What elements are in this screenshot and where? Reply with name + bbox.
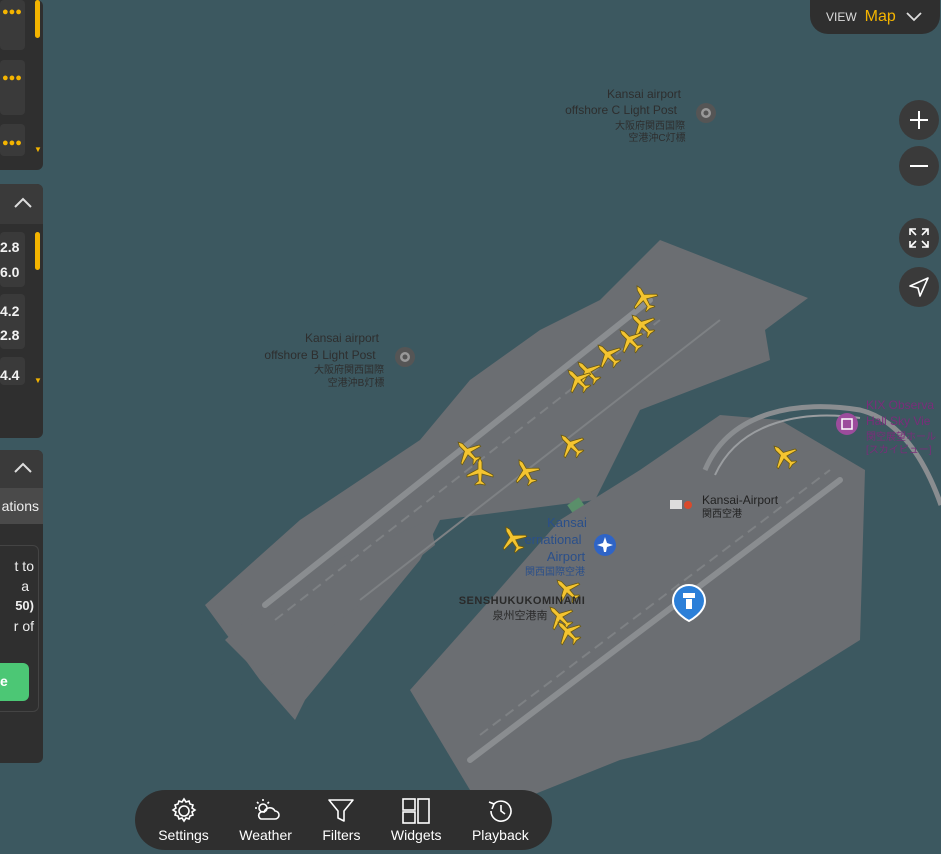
flight-card[interactable] <box>0 60 25 115</box>
poi-b-light-icon[interactable] <box>395 347 415 367</box>
message-line: 50) <box>15 598 34 613</box>
airport-label-1: Kansai <box>547 515 587 530</box>
widgets-button[interactable]: Widgets <box>391 797 442 843</box>
action-button-label: e <box>0 673 8 689</box>
poi-c-light-icon[interactable] <box>696 103 716 123</box>
view-prefix: VIEW <box>826 10 857 24</box>
bottom-toolbar: Settings Weather Filters Widgets Playbac… <box>135 790 552 850</box>
kix-obs-label-1: KIX Observa <box>866 398 934 412</box>
left-panel-bottom: ations t to a 50) r of e <box>0 450 43 763</box>
scrollbar-thumb[interactable] <box>35 232 40 270</box>
locate-button[interactable] <box>899 267 939 307</box>
minus-icon <box>910 165 928 167</box>
navigation-arrow-icon <box>909 277 929 297</box>
filters-label: Filters <box>322 827 361 843</box>
stat-value: 4.2 <box>0 303 20 319</box>
c-light-label-4: 空港沖C灯標 <box>628 131 685 144</box>
action-button[interactable]: e <box>0 663 29 701</box>
tab-label: ations <box>1 498 39 514</box>
airport-label-2: ernational <box>524 532 581 547</box>
district-label-1: SENSHUKUKOMINAMI <box>459 595 586 607</box>
gear-icon <box>171 797 196 823</box>
view-selector[interactable]: VIEW Map <box>810 0 940 34</box>
widgets-icon <box>402 798 431 824</box>
left-panel-top: ●●● ●●● ●●● ▼ <box>0 0 43 170</box>
filter-icon <box>328 799 355 822</box>
weather-button[interactable]: Weather <box>239 797 292 843</box>
kix-obs-label-4: [スカイビュー] <box>866 444 932 456</box>
stat-value: 4.4 <box>0 367 20 383</box>
settings-button[interactable]: Settings <box>158 797 209 843</box>
kix-obs-label-2: Hall Sky Vie <box>866 414 931 428</box>
scroll-down-arrow[interactable]: ▼ <box>34 376 42 385</box>
airport-label-4: 関西国際空港 <box>525 565 585 578</box>
settings-label: Settings <box>158 827 209 843</box>
collapse-chevron-icon[interactable] <box>13 196 33 210</box>
left-panel-middle: 2.8 6.0 4.2 2.8 4.4 ▼ <box>0 184 43 438</box>
b-light-label-2: offshore B Light Post <box>264 348 376 362</box>
playback-label: Playback <box>471 827 529 843</box>
scroll-down-arrow[interactable]: ▼ <box>34 145 42 154</box>
filters-button[interactable]: Filters <box>322 797 360 843</box>
district-label-2: 泉州空港南 <box>493 608 548 622</box>
message-card: t to a 50) r of e <box>0 545 39 712</box>
station-icon <box>670 500 692 509</box>
kix-obs-label-3: 関空展望ホール <box>866 430 936 443</box>
station-label-1: Kansai-Airport <box>702 493 779 507</box>
fullscreen-button[interactable] <box>899 218 939 258</box>
weather-icon <box>254 799 280 820</box>
group-icon: ●●● <box>2 72 22 84</box>
group-icon: ●●● <box>2 137 22 149</box>
b-light-label-1: Kansai airport <box>305 331 380 345</box>
zoom-in-button[interactable] <box>899 100 939 140</box>
c-light-label-3: 大阪府関西国際 <box>615 119 685 132</box>
b-light-label-4: 空港沖B灯標 <box>328 376 385 389</box>
stat-value: 2.8 <box>0 327 20 343</box>
playback-button[interactable]: Playback <box>472 797 529 843</box>
history-icon <box>489 800 513 822</box>
station-label-2: 関西空港 <box>702 507 742 520</box>
airport-marker-icon[interactable] <box>594 534 616 556</box>
chevron-down-icon <box>906 12 922 22</box>
widgets-label: Widgets <box>390 827 442 843</box>
map-canvas[interactable]: Kansai airport offshore C Light Post 大阪府… <box>0 0 941 854</box>
stat-value: 2.8 <box>0 239 20 255</box>
group-icon: ●●● <box>2 6 22 18</box>
airport-label-3: Airport <box>547 549 586 564</box>
b-light-label-3: 大阪府関西国際 <box>314 363 384 376</box>
weather-label: Weather <box>239 827 292 843</box>
poi-kix-observation-icon[interactable] <box>836 413 858 435</box>
message-line: a <box>21 578 29 594</box>
message-line: r of <box>13 618 34 634</box>
expand-icon <box>909 228 929 248</box>
c-light-label-2: offshore C Light Post <box>565 103 678 117</box>
tab-notifications[interactable]: ations <box>0 488 43 524</box>
plus-icon <box>910 111 928 129</box>
message-line: t to <box>14 558 34 574</box>
stat-value: 6.0 <box>0 264 20 280</box>
zoom-out-button[interactable] <box>899 146 939 186</box>
collapse-chevron-icon[interactable] <box>13 461 33 475</box>
view-value: Map <box>864 8 896 25</box>
c-light-label-1: Kansai airport <box>607 87 682 101</box>
scrollbar-thumb[interactable] <box>35 0 40 38</box>
